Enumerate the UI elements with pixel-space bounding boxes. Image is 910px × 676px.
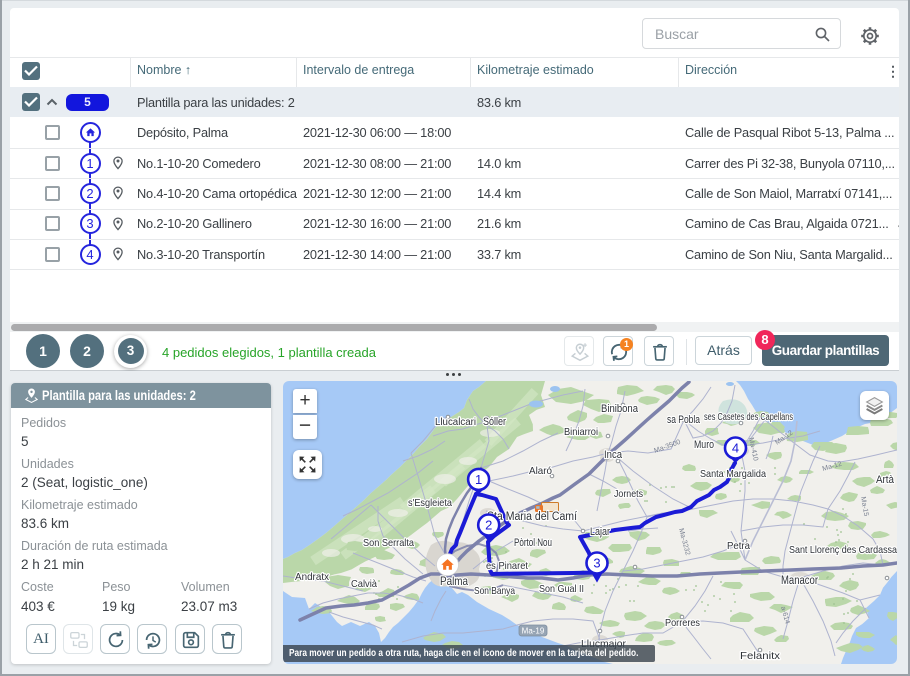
svg-text:Calvià: Calvià	[351, 578, 377, 590]
svg-text:Lajar: Lajar	[590, 526, 610, 538]
svg-text:s'Esgleieta: s'Esgleieta	[408, 497, 452, 509]
svg-text:Biniarroi: Biniarroi	[564, 426, 598, 438]
svg-text:2: 2	[485, 518, 492, 533]
svg-text:Jornets: Jornets	[614, 488, 643, 500]
svg-text:Sta Maria del Camí: Sta Maria del Camí	[487, 511, 578, 523]
svg-text:Llucalcari: Llucalcari	[435, 417, 476, 428]
svg-text:Son Banya: Son Banya	[474, 585, 515, 597]
svg-text:1: 1	[475, 472, 482, 487]
svg-text:Muro: Muro	[694, 439, 714, 451]
svg-text:Ma-19: Ma-19	[522, 627, 545, 636]
svg-text:Andratx: Andratx	[295, 571, 330, 583]
svg-text:es Pinaret: es Pinaret	[486, 560, 528, 572]
svg-text:Sóller: Sóller	[483, 416, 506, 428]
svg-text:Binibona: Binibona	[601, 403, 639, 415]
svg-text:Manacor: Manacor	[781, 575, 818, 587]
svg-text:Alaró: Alaró	[529, 465, 552, 477]
svg-text:Palma: Palma	[440, 574, 468, 588]
svg-text:Son Gual II: Son Gual II	[539, 583, 584, 595]
svg-text:Inca: Inca	[604, 449, 623, 461]
svg-text:Petra: Petra	[727, 540, 750, 552]
svg-text:ses Casetes des Capellans: ses Casetes des Capellans	[704, 412, 793, 423]
svg-text:4: 4	[732, 441, 739, 456]
svg-text:Pòrtol Nou: Pòrtol Nou	[514, 537, 552, 549]
svg-text:Sant Llorenç des Cardassa: Sant Llorenç des Cardassa	[789, 544, 897, 556]
svg-text:Felanitx: Felanitx	[740, 650, 781, 662]
svg-text:sa Pobla: sa Pobla	[667, 414, 701, 426]
svg-text:Artà: Artà	[876, 474, 895, 486]
svg-text:Son Serralta: Son Serralta	[363, 537, 414, 549]
svg-text:3: 3	[593, 556, 600, 571]
svg-text:Santa Margalida: Santa Margalida	[700, 468, 766, 480]
svg-text:Porreres: Porreres	[665, 617, 700, 629]
